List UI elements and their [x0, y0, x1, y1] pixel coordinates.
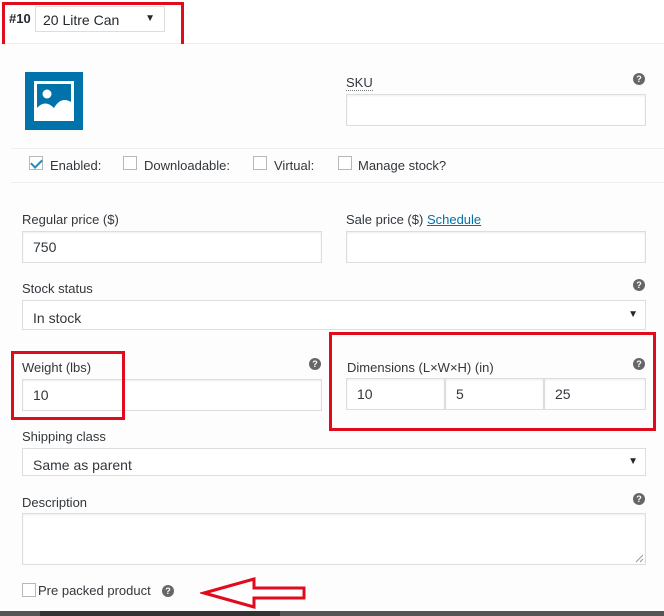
help-icon[interactable]: ? [633, 73, 645, 85]
shipping-class-label: Shipping class [22, 429, 106, 444]
scrollbar-thumb[interactable] [40, 611, 280, 616]
help-icon[interactable]: ? [633, 279, 645, 291]
description-label: Description [22, 495, 88, 510]
enabled-checkbox[interactable] [29, 156, 43, 170]
annotation-box-weight [11, 351, 125, 420]
downloadable-label: Downloadable: [144, 158, 231, 173]
regular-price-input[interactable]: 750 [22, 231, 322, 263]
help-icon[interactable]: ? [309, 358, 321, 370]
stock-status-value: In stock [33, 310, 82, 326]
pre-packed-label: Pre packed product [38, 583, 151, 598]
resize-handle-icon[interactable] [634, 553, 644, 563]
sale-price-input[interactable] [346, 231, 646, 263]
chevron-down-icon: ▼ [628, 456, 638, 467]
annotation-box-variation [2, 2, 184, 49]
sku-input[interactable] [346, 94, 646, 126]
help-icon[interactable]: ? [162, 585, 174, 597]
manage-stock-label: Manage stock? [358, 158, 447, 173]
sku-label: SKU [346, 75, 373, 91]
virtual-label: Virtual: [274, 158, 315, 173]
chevron-down-icon: ▼ [628, 309, 638, 320]
divider [11, 148, 664, 149]
sale-price-label-text: Sale price ($) [346, 212, 424, 227]
sale-price-label: Sale price ($) Schedule [346, 212, 481, 227]
variation-image-button[interactable] [25, 72, 83, 130]
annotation-box-dimensions [329, 332, 656, 431]
manage-stock-checkbox[interactable] [338, 156, 352, 170]
image-placeholder-icon [34, 81, 74, 121]
help-icon[interactable]: ? [633, 493, 645, 505]
stock-status-label: Stock status [22, 281, 93, 296]
schedule-link[interactable]: Schedule [427, 212, 481, 227]
annotation-arrow-icon [200, 577, 306, 609]
stock-status-select[interactable]: In stock ▼ [22, 300, 646, 330]
downloadable-checkbox[interactable] [123, 156, 137, 170]
description-textarea[interactable] [22, 513, 646, 565]
divider [11, 182, 664, 183]
pre-packed-checkbox[interactable] [22, 583, 36, 597]
shipping-class-select[interactable]: Same as parent ▼ [22, 448, 646, 476]
shipping-class-value: Same as parent [33, 457, 132, 473]
enabled-label: Enabled: [50, 158, 102, 173]
virtual-checkbox[interactable] [253, 156, 267, 170]
regular-price-label: Regular price ($) [22, 212, 119, 227]
